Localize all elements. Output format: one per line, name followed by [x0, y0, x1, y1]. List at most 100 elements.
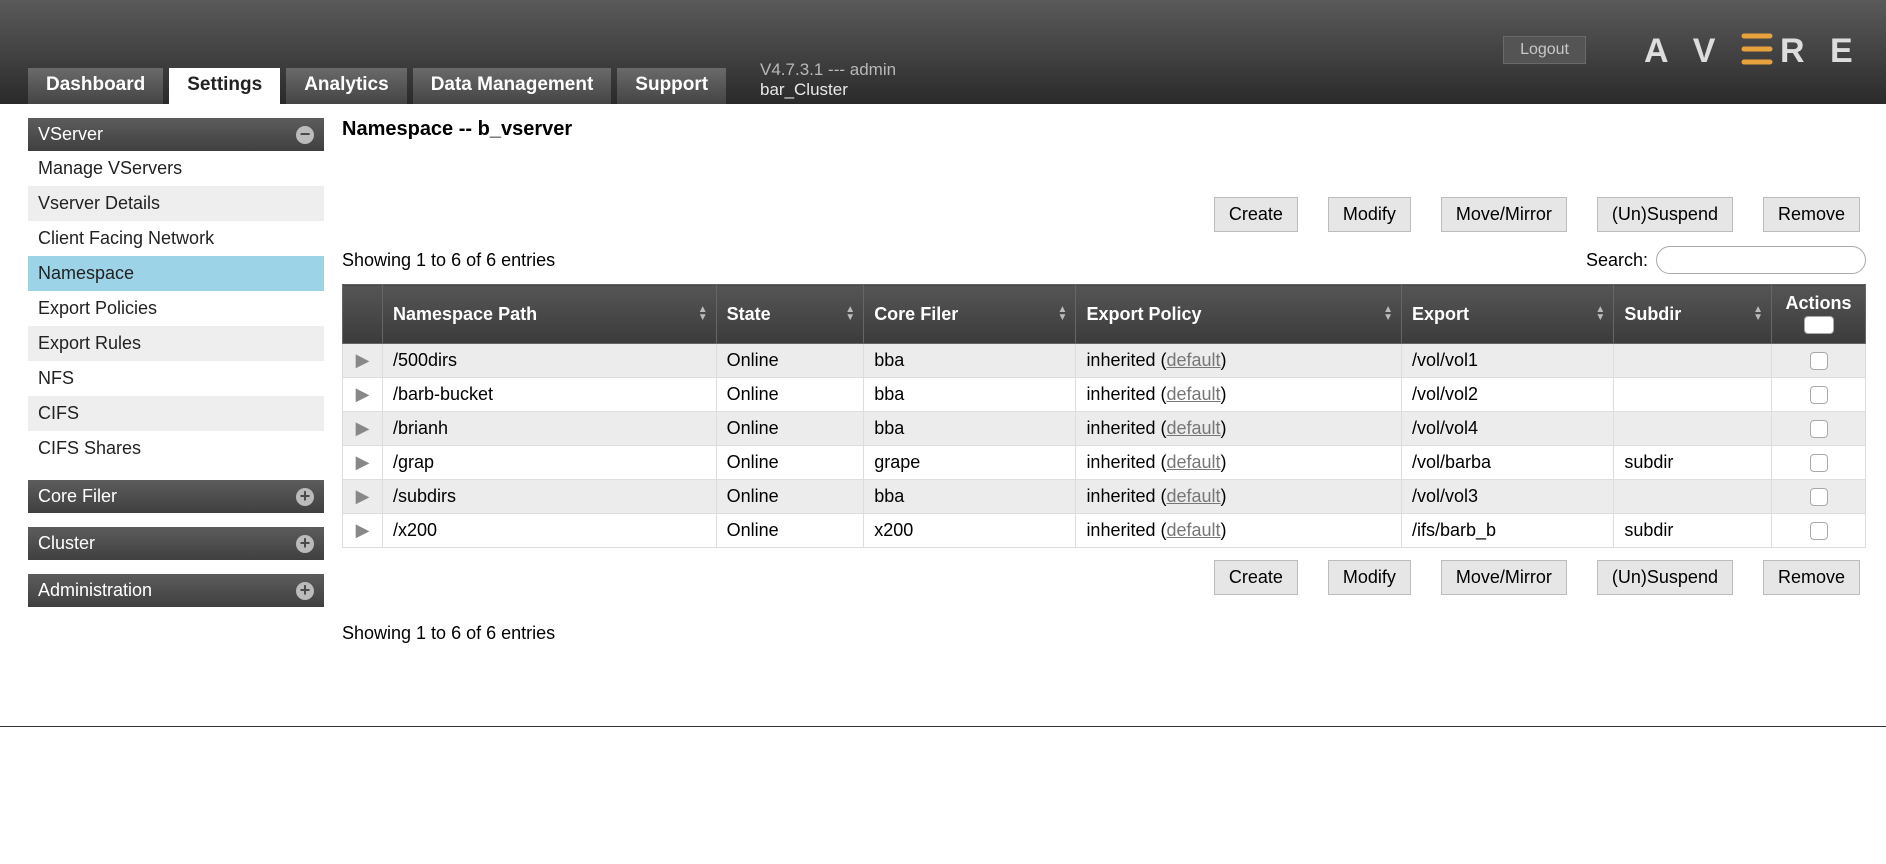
expand-row-icon[interactable]: ▶ — [343, 378, 383, 412]
movemirror-button[interactable]: Move/Mirror — [1441, 560, 1567, 595]
expand-row-icon[interactable]: ▶ — [343, 480, 383, 514]
sidebar-section-administration[interactable]: Administration+ — [28, 574, 324, 607]
col-actions: Actions — [1772, 285, 1866, 344]
row-checkbox[interactable] — [1810, 420, 1828, 438]
cell-actions — [1772, 344, 1866, 378]
sidebar-item-export-rules[interactable]: Export Rules — [28, 326, 324, 361]
showing-text-top: Showing 1 to 6 of 6 entries — [342, 250, 555, 271]
export-policy-link[interactable]: default — [1166, 418, 1220, 438]
table-row: ▶/subdirsOnlinebbainherited (default)/vo… — [343, 480, 1866, 514]
cell-actions — [1772, 480, 1866, 514]
version-text: V4.7.3.1 --- admin — [760, 60, 896, 80]
footer-divider — [0, 726, 1886, 727]
showing-text-bottom: Showing 1 to 6 of 6 entries — [342, 623, 1866, 644]
tab-analytics[interactable]: Analytics — [286, 68, 406, 104]
unsuspend-button[interactable]: (Un)Suspend — [1597, 560, 1733, 595]
sort-icon[interactable]: ▲▼ — [1383, 306, 1393, 322]
cell-export: /ifs/barb_b — [1402, 514, 1614, 548]
page-title: Namespace -- b_vserver — [342, 118, 1866, 141]
create-button[interactable]: Create — [1214, 560, 1298, 595]
sort-icon[interactable]: ▲▼ — [698, 306, 708, 322]
modify-button[interactable]: Modify — [1328, 197, 1411, 232]
cell-namespace-path: /500dirs — [383, 344, 717, 378]
col-namespace-path[interactable]: Namespace Path▲▼ — [383, 285, 717, 344]
sidebar-item-export-policies[interactable]: Export Policies — [28, 291, 324, 326]
remove-button[interactable]: Remove — [1763, 560, 1860, 595]
col-core-filer[interactable]: Core Filer▲▼ — [864, 285, 1076, 344]
cell-export: /vol/vol4 — [1402, 412, 1614, 446]
cell-export-policy: inherited (default) — [1076, 446, 1402, 480]
cell-core-filer: bba — [864, 378, 1076, 412]
col-export[interactable]: Export▲▼ — [1402, 285, 1614, 344]
row-checkbox[interactable] — [1810, 488, 1828, 506]
col-subdir[interactable]: Subdir▲▼ — [1614, 285, 1772, 344]
sidebar-item-cifs-shares[interactable]: CIFS Shares — [28, 431, 324, 466]
export-policy-link[interactable]: default — [1166, 486, 1220, 506]
sidebar: VServer−Manage VServersVserver DetailsCl… — [28, 118, 324, 644]
export-policy-link[interactable]: default — [1166, 384, 1220, 404]
sidebar-item-vserver-details[interactable]: Vserver Details — [28, 186, 324, 221]
unsuspend-button[interactable]: (Un)Suspend — [1597, 197, 1733, 232]
modify-button[interactable]: Modify — [1328, 560, 1411, 595]
sidebar-section-vserver[interactable]: VServer− — [28, 118, 324, 151]
cell-subdir — [1614, 344, 1772, 378]
sort-icon[interactable]: ▲▼ — [1058, 306, 1068, 322]
export-policy-link[interactable]: default — [1166, 520, 1220, 540]
row-checkbox[interactable] — [1810, 386, 1828, 404]
tab-data-management[interactable]: Data Management — [413, 68, 612, 104]
row-checkbox[interactable] — [1810, 454, 1828, 472]
export-policy-link[interactable]: default — [1166, 452, 1220, 472]
expand-row-icon[interactable]: ▶ — [343, 412, 383, 446]
cell-namespace-path: /grap — [383, 446, 717, 480]
cell-state: Online — [716, 446, 864, 480]
sort-icon[interactable]: ▲▼ — [845, 306, 855, 322]
top-header: Logout A V R E V4.7.3.1 --- admin bar_Cl… — [0, 0, 1886, 104]
expand-icon[interactable]: + — [296, 582, 314, 600]
sort-icon[interactable]: ▲▼ — [1753, 306, 1763, 322]
expand-row-icon[interactable]: ▶ — [343, 344, 383, 378]
brand-logo: A V R E — [1644, 22, 1852, 78]
cell-export-policy: inherited (default) — [1076, 344, 1402, 378]
collapse-icon[interactable]: − — [296, 126, 314, 144]
expand-icon[interactable]: + — [296, 535, 314, 553]
cell-export: /vol/vol3 — [1402, 480, 1614, 514]
create-button[interactable]: Create — [1214, 197, 1298, 232]
cell-export-policy: inherited (default) — [1076, 412, 1402, 446]
sidebar-item-manage-vservers[interactable]: Manage VServers — [28, 151, 324, 186]
movemirror-button[interactable]: Move/Mirror — [1441, 197, 1567, 232]
cell-core-filer: bba — [864, 480, 1076, 514]
cell-core-filer: x200 — [864, 514, 1076, 548]
action-row-bottom: Create Modify Move/Mirror (Un)Suspend Remove — [342, 560, 1866, 595]
col-export-policy[interactable]: Export Policy▲▼ — [1076, 285, 1402, 344]
remove-button[interactable]: Remove — [1763, 197, 1860, 232]
search-input[interactable] — [1656, 246, 1866, 274]
cell-namespace-path: /x200 — [383, 514, 717, 548]
cell-export-policy: inherited (default) — [1076, 378, 1402, 412]
table-body: ▶/500dirsOnlinebbainherited (default)/vo… — [343, 344, 1866, 548]
expand-row-icon[interactable]: ▶ — [343, 446, 383, 480]
search-label: Search: — [1586, 250, 1648, 271]
sidebar-item-client-facing-network[interactable]: Client Facing Network — [28, 221, 324, 256]
sidebar-section-cluster[interactable]: Cluster+ — [28, 527, 324, 560]
row-checkbox[interactable] — [1810, 352, 1828, 370]
sidebar-item-namespace[interactable]: Namespace — [28, 256, 324, 291]
tab-support[interactable]: Support — [617, 68, 726, 104]
sidebar-section-core-filer[interactable]: Core Filer+ — [28, 480, 324, 513]
sidebar-item-cifs[interactable]: CIFS — [28, 396, 324, 431]
expand-row-icon[interactable]: ▶ — [343, 514, 383, 548]
tab-settings[interactable]: Settings — [169, 68, 280, 104]
namespace-table: Namespace Path▲▼State▲▼Core Filer▲▼Expor… — [342, 284, 1866, 548]
row-checkbox[interactable] — [1810, 522, 1828, 540]
export-policy-link[interactable]: default — [1166, 350, 1220, 370]
cell-core-filer: bba — [864, 412, 1076, 446]
select-all-checkbox[interactable] — [1804, 316, 1834, 334]
expand-icon[interactable]: + — [296, 488, 314, 506]
cell-namespace-path: /brianh — [383, 412, 717, 446]
col-state[interactable]: State▲▼ — [716, 285, 864, 344]
sidebar-item-nfs[interactable]: NFS — [28, 361, 324, 396]
sort-icon[interactable]: ▲▼ — [1595, 306, 1605, 322]
svg-text:A V: A V — [1644, 32, 1723, 70]
tab-dashboard[interactable]: Dashboard — [28, 68, 163, 104]
content: Namespace -- b_vserver Create Modify Move/… — [324, 118, 1866, 644]
logout-button[interactable]: Logout — [1503, 36, 1586, 64]
